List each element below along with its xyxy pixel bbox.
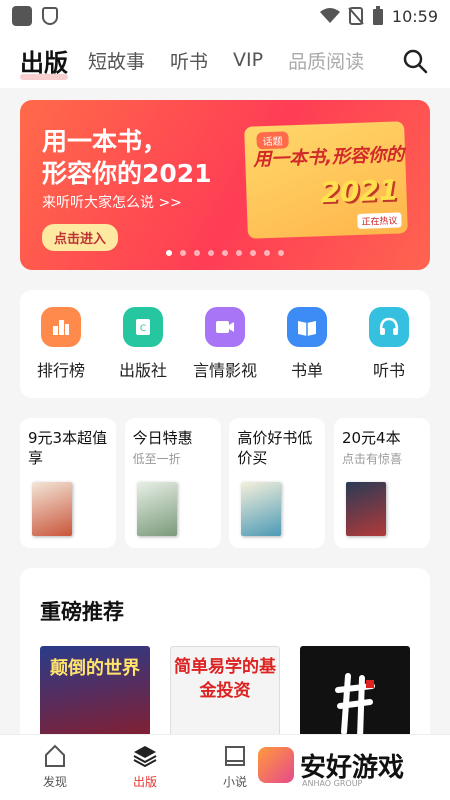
video-icon <box>205 307 245 347</box>
calligraphy-art-icon <box>335 673 375 741</box>
quick-link-label: 出版社 <box>118 361 167 380</box>
no-sim-icon <box>348 7 364 25</box>
book-cover[interactable]: 颠倒的世界 <box>40 646 150 746</box>
quick-link-label: 排行榜 <box>36 361 85 380</box>
quick-link-publisher[interactable]: C 出版社 <box>103 307 183 381</box>
trophy-icon <box>41 307 81 347</box>
carousel-indicator <box>20 250 430 256</box>
battery-icon <box>372 6 383 25</box>
book-cover <box>345 482 386 536</box>
quick-link-romance-film[interactable]: 言情影视 <box>185 307 265 381</box>
book-cover <box>241 482 282 536</box>
book-cover <box>136 482 177 536</box>
clock: 10:59 <box>391 6 438 26</box>
topic-text: 用一本书,形容你的 <box>252 144 405 171</box>
quick-links: 排行榜 C 出版社 言情影视 书单 听书 <box>20 290 430 398</box>
promo-banner[interactable]: 用一本书， 形容你的2021 来听听大家怎么说 >> 点击进入 话题 用一本书,… <box>20 100 430 270</box>
book-cover <box>32 482 72 536</box>
deal-title: 今日特惠 <box>132 429 193 447</box>
book-title: 颠倒的世界 <box>50 658 140 679</box>
carousel-dot <box>180 250 186 256</box>
bottom-tab-publish[interactable]: 出版 <box>100 735 190 800</box>
carousel-dot <box>264 250 270 256</box>
deal-subtitle: 低至一折 <box>132 452 181 466</box>
tab-publish[interactable]: 出版 <box>20 43 68 80</box>
book-cover[interactable] <box>300 646 410 746</box>
book-title: 简单易学的基金投资 <box>174 657 276 701</box>
deal-subtitle: 点击有惊喜 <box>341 452 402 466</box>
section-title: 重磅推荐 <box>40 600 124 624</box>
deal-card[interactable]: 9元3本超值享 <box>20 418 116 548</box>
banner-subtitle[interactable]: 来听听大家怎么说 >> <box>42 192 182 212</box>
wifi-icon <box>319 8 340 23</box>
search-icon[interactable] <box>402 48 428 74</box>
carousel-dot <box>236 250 242 256</box>
quick-link-label: 书单 <box>290 361 323 380</box>
deal-title: 高价好书低价买 <box>237 429 313 467</box>
bottom-tab-label: 出版 <box>132 775 157 789</box>
watermark-text: 安好游戏 <box>300 752 405 783</box>
book-icon <box>225 746 245 766</box>
tab-short-stories[interactable]: 短故事 <box>88 47 145 74</box>
watermark-logo <box>258 747 294 783</box>
deal-card[interactable]: 高价好书低价买 <box>229 418 326 548</box>
bottom-tab-label: 发现 <box>42 775 67 789</box>
banner-title: 用一本书， 形容你的2021 <box>42 127 212 188</box>
tab-vip[interactable]: VIP <box>233 49 263 71</box>
topic-year: 2021 <box>319 173 399 210</box>
carousel-dot <box>222 250 228 256</box>
carousel-dot <box>166 250 172 256</box>
bottom-tab-discover[interactable]: 发现 <box>10 735 100 800</box>
layers-icon <box>133 746 157 768</box>
watermark-subtext: ANHAO GROUP <box>302 779 363 788</box>
app-notification-icon <box>12 6 32 26</box>
shield-icon <box>42 7 58 25</box>
carousel-dot <box>208 250 214 256</box>
site-watermark: 安好游戏 ANHAO GROUP <box>252 740 442 790</box>
tab-quality-reading[interactable]: 品质阅读 <box>288 47 364 74</box>
deal-title: 9元3本超值享 <box>28 429 108 467</box>
banner-enter-button[interactable]: 点击进入 <box>42 224 119 251</box>
deal-card[interactable]: 20元4本 点击有惊喜 <box>333 418 430 548</box>
publisher-icon: C <box>123 307 163 347</box>
deal-card[interactable]: 今日特惠 低至一折 <box>124 418 221 548</box>
carousel-dot <box>278 250 284 256</box>
quick-link-audiobooks[interactable]: 听书 <box>349 307 429 381</box>
deal-title: 20元4本 <box>341 429 401 447</box>
tab-audiobooks[interactable]: 听书 <box>170 47 208 74</box>
quick-link-booklist[interactable]: 书单 <box>267 307 347 381</box>
book-cover[interactable]: 简单易学的基金投资 <box>170 646 280 746</box>
quick-link-ranking[interactable]: 排行榜 <box>21 307 101 381</box>
booklist-icon <box>287 307 327 347</box>
quick-link-label: 听书 <box>372 361 405 380</box>
banner-topic-card: 话题 用一本书,形容你的 2021 正在热议 <box>244 121 408 239</box>
deal-cards: 9元3本超值享 今日特惠 低至一折 高价好书低价买 20元4本 点击有惊喜 <box>20 418 430 548</box>
svg-text:C: C <box>140 324 146 334</box>
discover-icon <box>45 744 65 767</box>
top-nav: 出版 短故事 听书 VIP 品质阅读 <box>0 32 450 88</box>
quick-link-label: 言情影视 <box>192 361 257 380</box>
trending-badge: 正在热议 <box>357 212 402 229</box>
headphones-icon <box>369 307 409 347</box>
status-bar: 10:59 <box>0 0 450 32</box>
bottom-tab-label: 小说 <box>222 775 247 789</box>
carousel-dot <box>194 250 200 256</box>
carousel-dot <box>250 250 256 256</box>
